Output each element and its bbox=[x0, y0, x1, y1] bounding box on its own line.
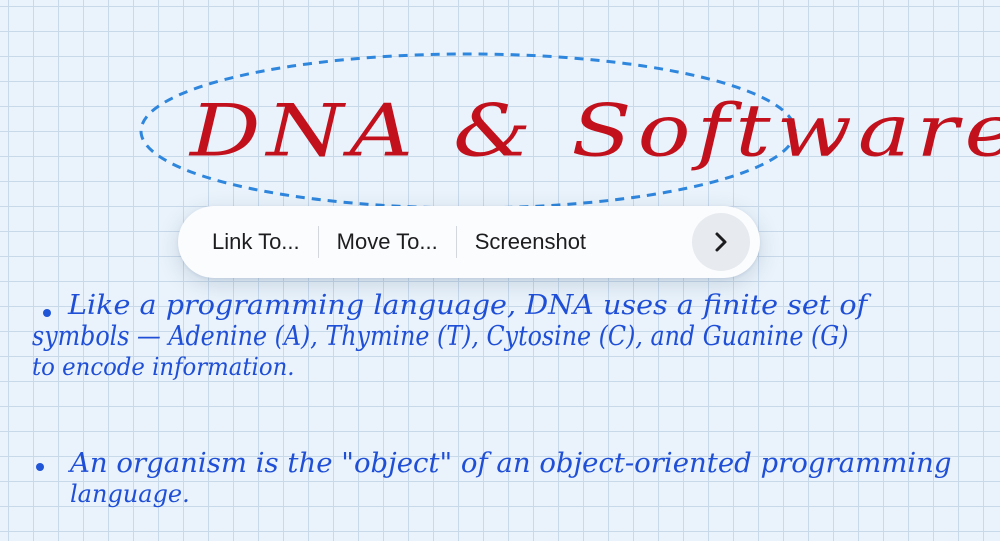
bullet-point bbox=[43, 309, 51, 317]
handwritten-title[interactable]: DNA & Software bbox=[190, 86, 1000, 176]
move-to-menu-item[interactable]: Move To... bbox=[319, 222, 456, 262]
screenshot-menu-item[interactable]: Screenshot bbox=[457, 222, 604, 262]
chevron-right-icon bbox=[715, 232, 727, 252]
notebook-page[interactable]: DNA & Software Link To... Move To... Scr… bbox=[0, 0, 1000, 541]
note-line: An organism is the "object" of an object… bbox=[70, 448, 952, 479]
more-options-button[interactable] bbox=[692, 213, 750, 271]
bullet-point bbox=[36, 463, 44, 471]
note-bullet-2[interactable]: An organism is the "object" of an object… bbox=[70, 448, 952, 510]
link-to-menu-item[interactable]: Link To... bbox=[194, 222, 318, 262]
note-line: language. bbox=[70, 480, 190, 508]
note-line: Like a programming language, DNA uses a … bbox=[68, 290, 868, 321]
note-bullet-1[interactable]: Like a programming language, DNA uses a … bbox=[32, 290, 960, 383]
note-line: to encode information. bbox=[32, 353, 295, 381]
context-menu: Link To... Move To... Screenshot bbox=[178, 206, 760, 278]
note-line: symbols — Adenine (A), Thymine (T), Cyto… bbox=[32, 321, 849, 352]
